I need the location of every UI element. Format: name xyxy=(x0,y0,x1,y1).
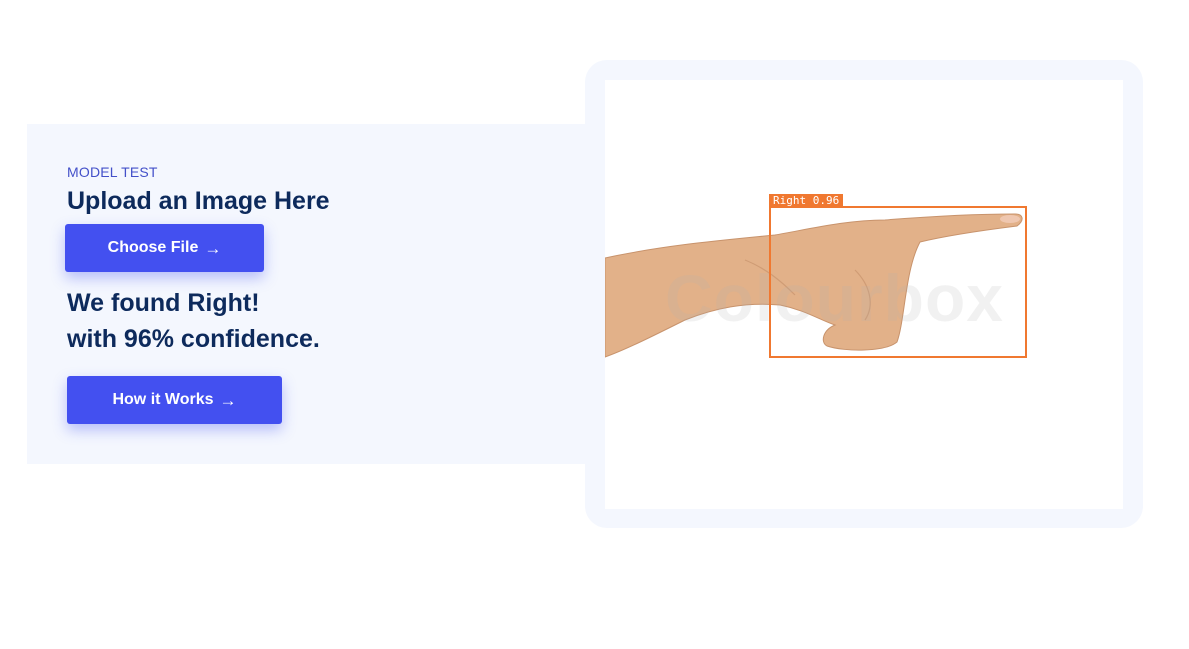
choose-file-label: Choose File xyxy=(107,239,199,256)
choose-file-button[interactable]: Choose File → xyxy=(65,224,264,272)
confidence-text: with 96% confidence. xyxy=(67,325,320,353)
how-it-works-button[interactable]: How it Works → xyxy=(67,376,282,424)
page: MODEL TEST Upload an Image Here Choose F… xyxy=(0,0,1189,649)
arrow-right-icon: → xyxy=(204,238,222,258)
image-preview: Colourbox Right 0.96 xyxy=(605,80,1123,509)
detection-label: Right 0.96 xyxy=(769,194,844,208)
detection-box xyxy=(769,206,1027,358)
arrow-right-icon: → xyxy=(219,390,237,410)
result-text: We found Right! xyxy=(67,289,260,317)
upload-heading: Upload an Image Here xyxy=(67,187,330,215)
section-eyebrow: MODEL TEST xyxy=(67,164,158,180)
how-it-works-label: How it Works xyxy=(112,391,214,408)
